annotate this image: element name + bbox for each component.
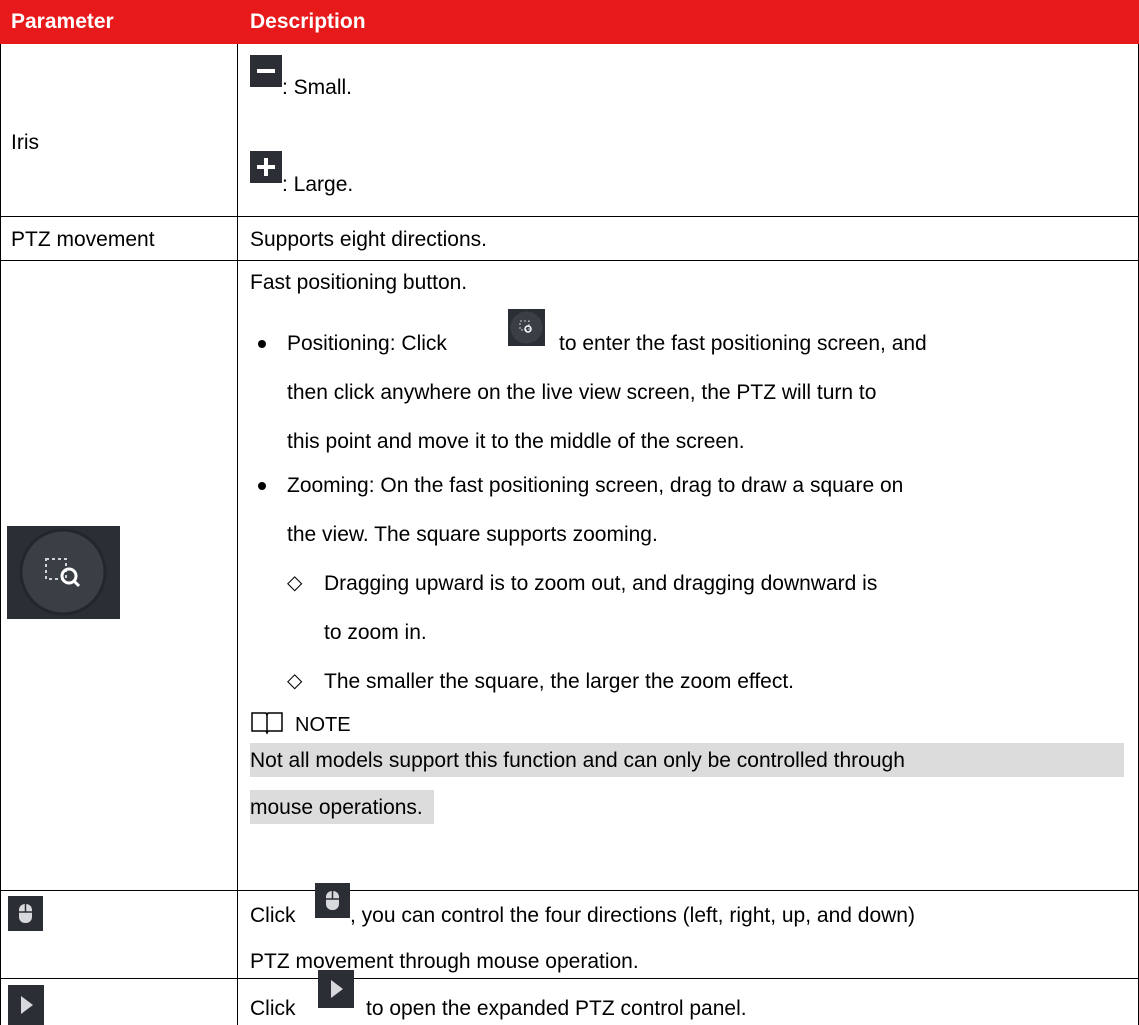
positioning-text-after: to enter the fast positioning screen, an… bbox=[559, 332, 927, 355]
fast-positioning-inline-icon bbox=[508, 309, 545, 346]
iris-small-text: : Small. bbox=[282, 76, 353, 99]
diamond-bullet: ◇ bbox=[287, 572, 303, 594]
mouse-text-after: , you can control the four directions (l… bbox=[350, 904, 915, 927]
header-description: Description bbox=[250, 10, 366, 33]
mouse-icon bbox=[8, 896, 43, 931]
zoom-sub-1-line-2: to zoom in. bbox=[324, 621, 427, 644]
mouse-text-before: Click bbox=[250, 904, 296, 927]
book-icon bbox=[250, 709, 284, 735]
mouse-inline-icon bbox=[315, 883, 350, 918]
column-divider bbox=[237, 44, 238, 1025]
minus-icon bbox=[250, 55, 282, 87]
table-header: Parameter Description bbox=[0, 0, 1139, 44]
table-border-left bbox=[0, 44, 1, 1025]
expand-arrow-inline-icon bbox=[318, 970, 354, 1008]
fast-positioning-intro: Fast positioning button. bbox=[250, 271, 468, 294]
expand-text-after: to open the expanded PTZ control panel. bbox=[366, 997, 747, 1020]
row-divider bbox=[0, 260, 1139, 261]
parameter-table: Parameter Description Iris : Small. : La… bbox=[0, 0, 1139, 1025]
expand-text-before: Click bbox=[250, 997, 296, 1020]
row-divider bbox=[0, 978, 1139, 979]
note-label: NOTE bbox=[295, 714, 351, 736]
zooming-text-2: the view. The square supports zooming. bbox=[287, 523, 658, 546]
zooming-text-1: Zooming: On the fast positioning screen,… bbox=[287, 474, 904, 497]
note-text-2: mouse operations. bbox=[250, 796, 423, 819]
positioning-text-before: Positioning: Click bbox=[287, 332, 447, 355]
param-iris: Iris bbox=[11, 131, 39, 154]
iris-large-text: : Large. bbox=[282, 173, 354, 196]
positioning-text-cont-1: then click anywhere on the live view scr… bbox=[287, 381, 877, 404]
zoom-sub-2: The smaller the square, the larger the z… bbox=[324, 670, 795, 693]
positioning-text-cont-2: this point and move it to the middle of … bbox=[287, 430, 745, 453]
fast-positioning-icon bbox=[7, 526, 120, 619]
plus-icon bbox=[250, 151, 282, 183]
row-divider bbox=[0, 890, 1139, 891]
bullet bbox=[258, 340, 266, 348]
header-parameter: Parameter bbox=[11, 10, 114, 33]
param-ptz-movement: PTZ movement bbox=[11, 228, 155, 251]
note-text-1: Not all models support this function and… bbox=[250, 749, 905, 772]
row-divider bbox=[0, 216, 1139, 217]
expand-arrow-icon bbox=[8, 985, 44, 1025]
diamond-bullet: ◇ bbox=[287, 670, 303, 692]
zoom-sub-1-line-1: Dragging upward is to zoom out, and drag… bbox=[324, 572, 878, 595]
mouse-text-cont: PTZ movement through mouse operation. bbox=[250, 950, 639, 973]
ptz-movement-desc: Supports eight directions. bbox=[250, 228, 487, 251]
bullet bbox=[258, 482, 266, 490]
